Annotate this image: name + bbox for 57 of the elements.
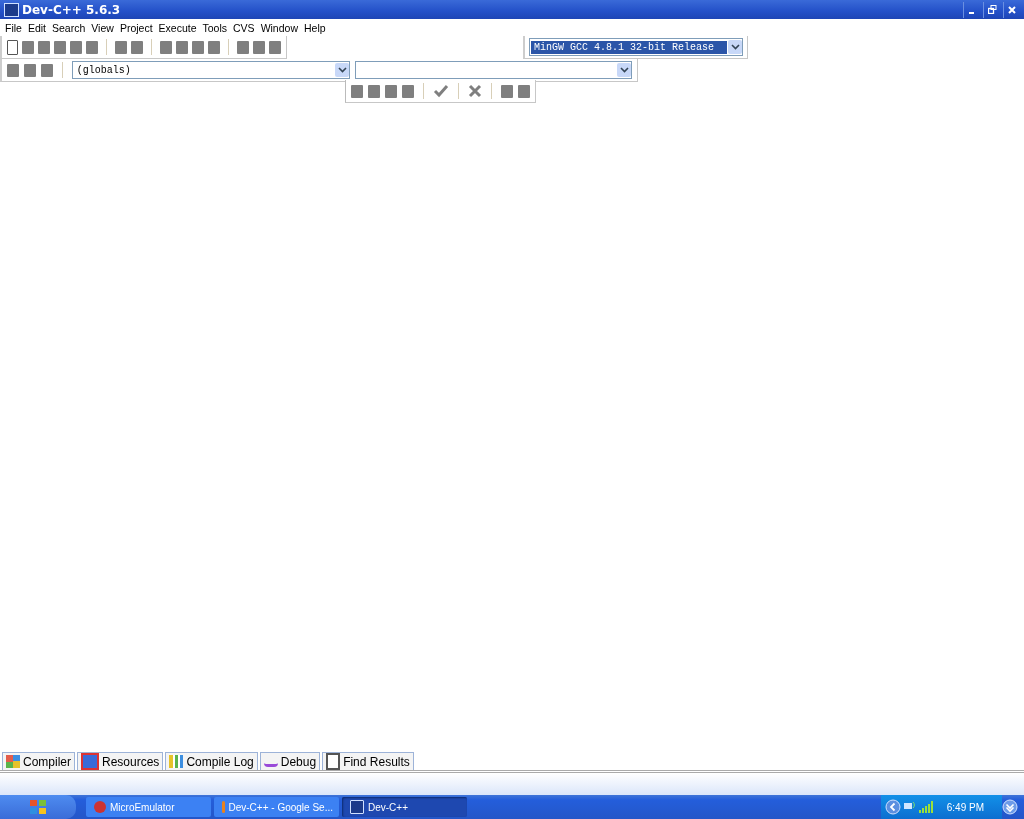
- menu-item[interactable]: Window: [257, 21, 301, 34]
- toolbar-icon[interactable]: [7, 63, 19, 77]
- menu-item[interactable]: Edit: [24, 21, 49, 34]
- toolbar-icon[interactable]: [115, 40, 127, 54]
- taskbar-button[interactable]: Dev-C++ - Google Se...: [214, 797, 339, 817]
- toolbar-icon[interactable]: [40, 63, 53, 77]
- toolbar-icon[interactable]: [131, 40, 143, 54]
- toolbar-icon[interactable]: [501, 84, 513, 98]
- check-icon[interactable]: [433, 84, 449, 98]
- toolbar-icon[interactable]: [518, 84, 530, 98]
- toolbar-icon[interactable]: [402, 84, 414, 98]
- toolbar-icon[interactable]: [269, 40, 281, 54]
- toolbar-icon[interactable]: [7, 39, 18, 55]
- close-icon[interactable]: [1008, 5, 1016, 14]
- restore-icon[interactable]: [987, 5, 997, 14]
- signal-bars-icon[interactable]: [918, 801, 933, 813]
- toolbar-icon[interactable]: [38, 40, 50, 54]
- cross-icon[interactable]: [468, 84, 482, 98]
- menu-item[interactable]: CVS: [230, 21, 258, 34]
- toolbar-icon[interactable]: [86, 40, 98, 54]
- toolbar-icon[interactable]: [351, 84, 363, 98]
- menu-item[interactable]: File: [2, 21, 25, 34]
- windows-logo-icon: [29, 799, 47, 815]
- compiler-select[interactable]: MinGW GCC 4.8.1 32-bit Release: [529, 38, 743, 56]
- menu-item[interactable]: Search: [49, 21, 89, 34]
- toolbar-icon[interactable]: [208, 40, 220, 54]
- toolbar-icon[interactable]: [192, 40, 204, 54]
- clock: 6:49 PM: [946, 801, 984, 813]
- tab[interactable]: Compiler: [2, 752, 75, 770]
- menu-item[interactable]: Execute: [155, 21, 200, 34]
- toolbar-icon[interactable]: [54, 40, 66, 54]
- toolbar-icon[interactable]: [385, 84, 397, 98]
- app-icon: [4, 2, 19, 17]
- start-button[interactable]: [0, 795, 76, 819]
- toolbar-icon[interactable]: [368, 84, 380, 98]
- taskbar-button[interactable]: MicroEmulator: [86, 797, 211, 817]
- menu-item[interactable]: Tools: [199, 21, 231, 34]
- menu-item[interactable]: Project: [116, 21, 156, 34]
- menu-item[interactable]: View: [88, 21, 117, 34]
- chevron-down-icon[interactable]: [1002, 799, 1018, 815]
- toolbar-icon[interactable]: [160, 40, 172, 54]
- toolbar-icon[interactable]: [70, 40, 82, 54]
- toolbar-icon[interactable]: [22, 40, 34, 54]
- class-select[interactable]: (globals): [71, 61, 351, 79]
- toolbar-icon[interactable]: [23, 63, 36, 77]
- toolbar-icon[interactable]: [176, 40, 188, 54]
- chevron-icon[interactable]: [884, 799, 901, 815]
- tab[interactable]: Find Results: [322, 752, 414, 770]
- function-select[interactable]: [355, 61, 632, 79]
- window-title: Dev-C++ 5.6.3: [22, 2, 121, 17]
- taskbar-button[interactable]: Dev-C++: [342, 797, 467, 817]
- tab[interactable]: Debug: [259, 752, 321, 770]
- tab[interactable]: Compile Log: [165, 752, 258, 770]
- toolbar-icon[interactable]: [237, 40, 249, 54]
- toolbar-icon[interactable]: [253, 40, 265, 54]
- menu-item[interactable]: Help: [301, 21, 329, 34]
- tab[interactable]: Resources: [77, 752, 164, 770]
